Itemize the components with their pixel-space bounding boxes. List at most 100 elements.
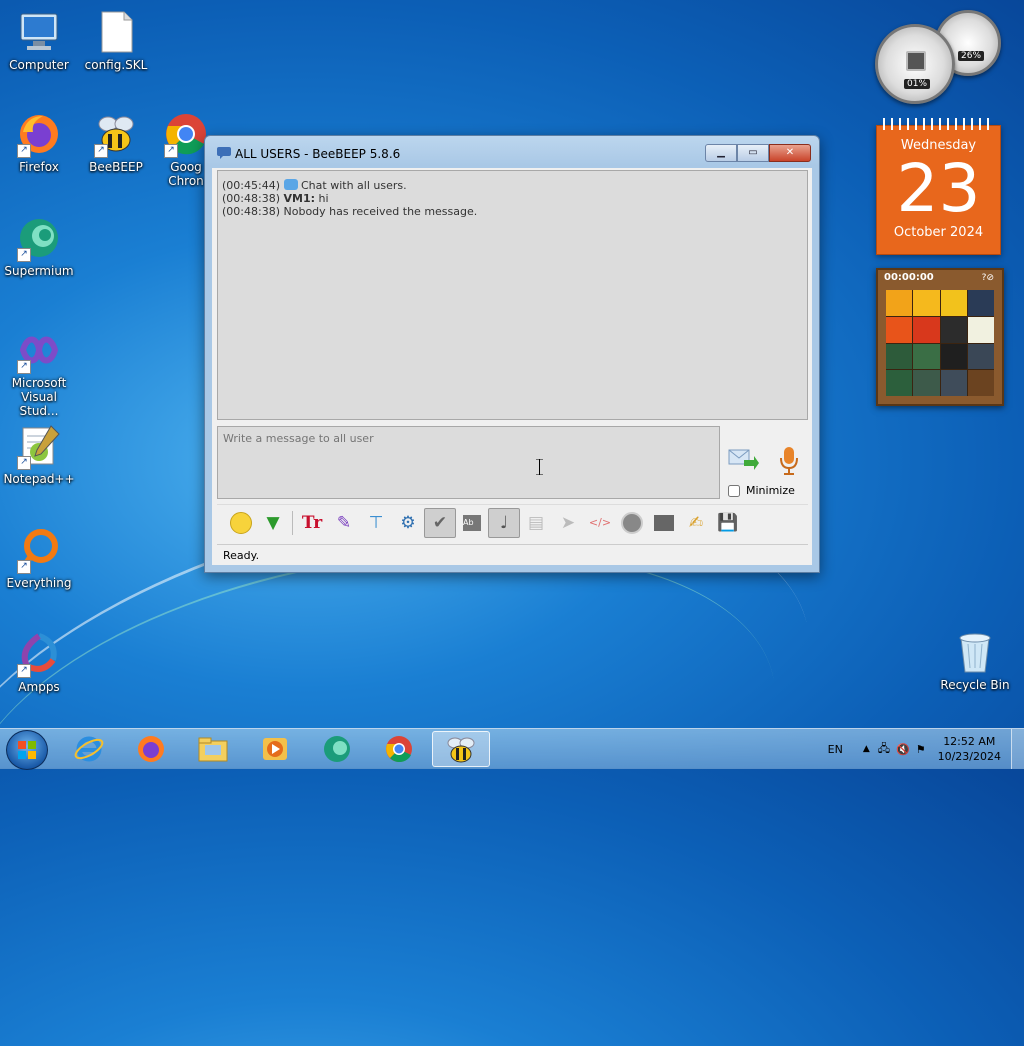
collapse-button[interactable]: ▼ — [257, 508, 289, 538]
file-icon — [94, 10, 138, 54]
desktop-icon-recycle-bin[interactable]: Recycle Bin — [937, 630, 1013, 692]
supermium-icon: ↗ — [17, 216, 61, 262]
clock[interactable]: 12:52 AM 10/23/2024 — [938, 734, 1001, 764]
desktop-icon-firefox[interactable]: ↗ Firefox — [1, 112, 77, 174]
action-center-flag-icon[interactable]: ⚑ — [916, 743, 926, 756]
calendar-day: 23 — [896, 150, 981, 227]
desktop-icon-label: Notepad++ — [3, 472, 75, 486]
desktop-icon-beebeep[interactable]: ↗ BeeBEEP — [78, 112, 154, 174]
show-desktop-button[interactable] — [1011, 729, 1024, 769]
desktop-icon-label: BeeBEEP — [89, 160, 143, 174]
firefox-icon — [138, 736, 164, 762]
taskbar-firefox[interactable] — [124, 731, 178, 767]
taskbar-supermium[interactable] — [310, 731, 364, 767]
clock-date: 10/23/2024 — [937, 750, 1001, 763]
network-icon[interactable]: 🖧 — [878, 740, 890, 759]
windows-logo-icon — [18, 741, 36, 759]
cpu-chip-icon — [906, 51, 926, 71]
language-indicator[interactable]: EN — [828, 743, 843, 756]
memory-percent: 26% — [958, 51, 985, 61]
volume-muted-icon[interactable]: 🔇 — [896, 743, 910, 756]
archive-icon — [654, 514, 674, 531]
desktop-icon-everything[interactable]: ↗ Everything — [1, 528, 77, 590]
minimize-checkbox-row[interactable]: Minimize — [728, 484, 795, 497]
taskbar-explorer[interactable] — [186, 731, 240, 767]
maximize-button[interactable]: ▭ — [737, 144, 769, 162]
filter-icon: ⊤ — [368, 512, 384, 533]
status-bar: Ready. — [217, 544, 808, 566]
taskbar-media-player[interactable] — [248, 731, 302, 767]
word-icon: Ab — [463, 514, 481, 531]
color-button[interactable]: ✎ — [328, 508, 360, 538]
filter-button[interactable]: ⊤ — [360, 508, 392, 538]
desktop-icon-visual-studio[interactable]: ↗ Microsoft Visual Stud... — [1, 328, 77, 418]
puzzle-grid[interactable] — [886, 290, 994, 396]
font-button[interactable]: Tr — [296, 508, 328, 538]
picture-puzzle-gadget[interactable]: 00:00:00 ?⊘ — [876, 268, 1004, 406]
green-arrow-down-icon: ▼ — [266, 512, 280, 533]
cpu-meter-gadget[interactable]: 26% 01% — [875, 10, 1001, 104]
window-titlebar[interactable]: ALL USERS - BeeBEEP 5.8.6 ▁ ▭ ✕ — [205, 136, 819, 170]
chat-history[interactable]: (00:45:44) Chat with all users. (00:48:3… — [217, 170, 808, 420]
document-icon: ▤ — [527, 512, 545, 533]
emoticon-button[interactable] — [225, 508, 257, 538]
calendar-month-year: October 2024 — [893, 225, 984, 240]
minimize-checkbox[interactable] — [728, 484, 740, 497]
desktop-icon-config[interactable]: config.SKL — [78, 10, 154, 72]
shortcut-arrow-icon: ↗ — [17, 560, 31, 574]
voice-message-button[interactable] — [778, 446, 800, 476]
firefox-icon: ↗ — [17, 112, 61, 158]
chat-bubble-icon — [283, 179, 298, 190]
html-button[interactable]: </> — [584, 508, 616, 538]
font-icon: Tr — [301, 512, 323, 533]
desktop-icon-label: Recycle Bin — [940, 678, 1010, 692]
forward-button[interactable]: ➤ — [552, 508, 584, 538]
sound-button[interactable]: ♩ — [488, 507, 520, 538]
desktop-icon-label: Firefox — [19, 160, 59, 174]
word-complete-button[interactable]: Ab — [456, 508, 488, 538]
shortcut-arrow-icon: ↗ — [17, 360, 31, 374]
settings-button[interactable]: ⚙ — [392, 508, 424, 538]
desktop-icon-notepadpp[interactable]: ↗ Notepad++ — [1, 424, 77, 486]
puzzle-help-icon[interactable]: ?⊘ — [982, 273, 994, 283]
save-chat-button[interactable]: ▤ — [520, 508, 552, 538]
toolbar-separator — [292, 510, 293, 535]
desktop-icon-supermium[interactable]: ↗ Supermium — [1, 216, 77, 278]
send-button[interactable] — [728, 446, 760, 472]
chat-text: Nobody has received the message. — [283, 205, 478, 218]
beebeep-window[interactable]: ALL USERS - BeeBEEP 5.8.6 ▁ ▭ ✕ (00:45:4… — [204, 135, 820, 573]
everything-icon: ↗ — [17, 528, 61, 574]
send-icon — [728, 449, 759, 470]
desktop-icon-computer[interactable]: Computer — [1, 10, 77, 72]
media-player-icon — [263, 738, 287, 760]
close-button[interactable]: ✕ — [769, 144, 811, 162]
cpu-dial: 01% — [875, 24, 955, 104]
minimize-button[interactable]: ▁ — [705, 144, 737, 162]
taskbar-chrome[interactable] — [372, 731, 426, 767]
chrome-icon — [386, 736, 412, 763]
internet-explorer-icon — [74, 736, 104, 762]
message-compose-box[interactable] — [217, 426, 720, 499]
show-hidden-icons-icon[interactable]: ▲ — [863, 744, 870, 754]
code-icon: </> — [588, 516, 612, 529]
save-button[interactable]: 💾 — [712, 508, 744, 538]
chat-toolbar: ▼ Tr ✎ ⊤ ⚙ ✔ Ab ♩ ▤ ➤ </> ✍ 💾 — [217, 504, 808, 540]
screenshot-button[interactable] — [616, 508, 648, 538]
note-button[interactable]: ✍ — [680, 508, 712, 538]
start-button[interactable] — [6, 730, 48, 770]
archive-button[interactable] — [648, 508, 680, 538]
spell-check-button[interactable]: ✔ — [424, 507, 456, 538]
calendar-gadget[interactable]: Wednesday 23 October 2024 — [876, 118, 1001, 255]
message-input[interactable] — [218, 427, 719, 498]
desktop-icon-label: Computer — [9, 58, 69, 72]
forward-arrow-icon: ➤ — [560, 512, 576, 533]
window-client: (00:45:44) Chat with all users. (00:48:3… — [212, 168, 812, 565]
minimize-label: Minimize — [746, 484, 795, 497]
taskbar-beebeep[interactable] — [432, 731, 490, 767]
desktop-icon-label: Supermium — [4, 264, 74, 278]
bee-icon — [447, 737, 475, 763]
taskbar-ie[interactable] — [62, 731, 116, 767]
chrome-icon: ↗ — [164, 112, 208, 158]
desktop-icon-ampps[interactable]: ↗ Ampps — [1, 632, 77, 694]
taskbar: EN ▲ 🖧 🔇 ⚑ 12:52 AM 10/23/2024 — [0, 728, 1024, 770]
